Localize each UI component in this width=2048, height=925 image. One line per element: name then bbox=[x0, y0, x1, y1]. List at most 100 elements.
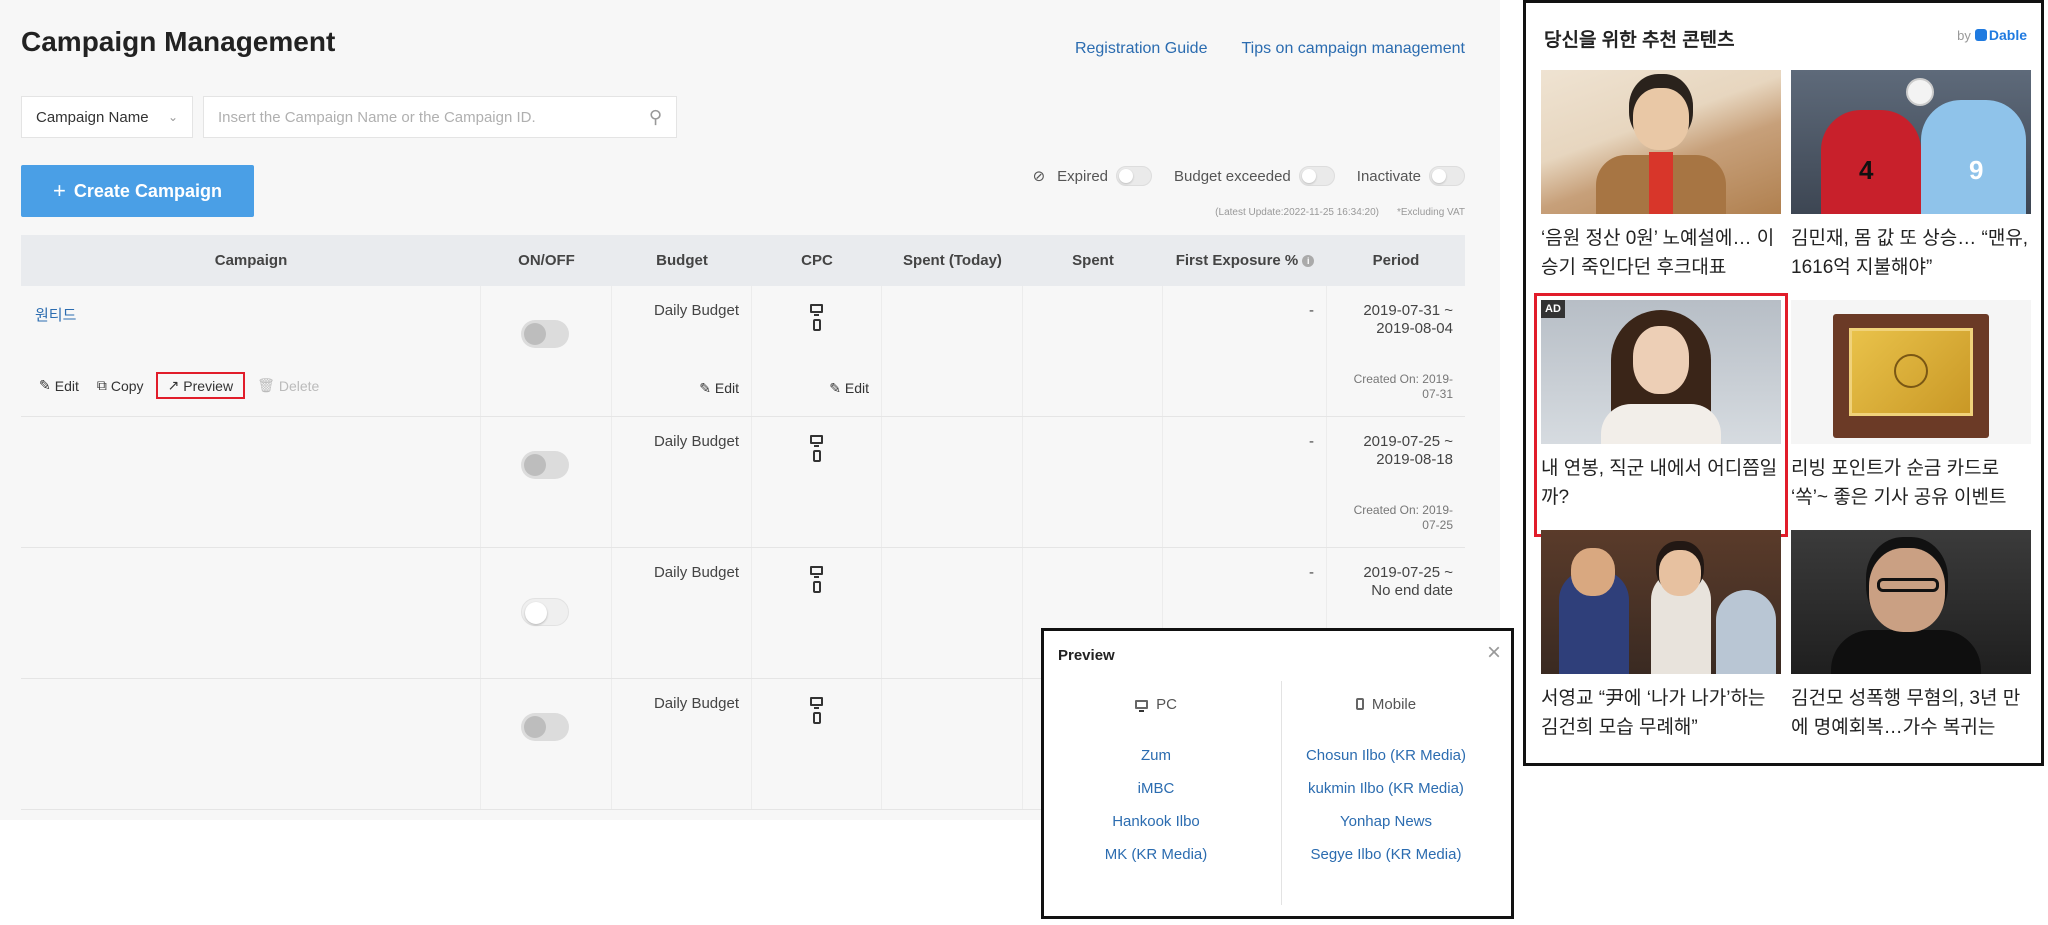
edit-button[interactable]: ✎ Edit bbox=[33, 373, 85, 398]
create-campaign-label: Create Campaign bbox=[73, 180, 222, 201]
content-card[interactable]: 49 김민재, 몸 값 또 상승… “맨유, 1616억 지불해야” bbox=[1791, 70, 2031, 300]
card-headline: 김민재, 몸 값 또 상승… “맨유, 1616억 지불해야” bbox=[1791, 228, 2029, 278]
registration-guide-link[interactable]: Registration Guide bbox=[1075, 40, 1208, 58]
edit-label: Edit bbox=[54, 377, 79, 394]
media-link[interactable]: iMBC bbox=[1046, 772, 1266, 805]
mobile-icon bbox=[812, 712, 821, 724]
cpc-edit-button[interactable]: ✎ Edit bbox=[829, 380, 869, 397]
media-link[interactable]: kukmin Ilbo (KR Media) bbox=[1276, 772, 1496, 805]
card-thumbnail: AD bbox=[1541, 300, 1781, 444]
preview-popup: Preview × PC Zum iMBC Hankook Ilbo MK (K… bbox=[1041, 628, 1514, 919]
create-campaign-button[interactable]: + Create Campaign bbox=[21, 165, 254, 217]
period-value: 2019-07-25 ~ No end date bbox=[1363, 564, 1453, 600]
table-row: Daily Budget - 2019-07-25 ~2019-08-18 Cr… bbox=[21, 417, 1465, 548]
trash-icon: 🗑 bbox=[257, 377, 275, 393]
delete-button[interactable]: 🗑 Delete bbox=[251, 373, 325, 398]
budget-cell: Daily Budget bbox=[612, 679, 752, 809]
card-thumbnail bbox=[1791, 300, 2031, 444]
period-end: 2019-08-18 bbox=[1376, 451, 1453, 468]
budget-exceeded-label: Budget exceeded bbox=[1174, 167, 1291, 185]
media-link[interactable]: Yonhap News bbox=[1276, 805, 1496, 838]
desktop-icon bbox=[810, 304, 823, 316]
period-end: 2019-08-04 bbox=[1376, 320, 1453, 337]
mobile-header: Mobile bbox=[1276, 689, 1496, 719]
created-on: Created On: 2019-07-25 bbox=[1353, 503, 1453, 532]
spent-today-cell bbox=[882, 679, 1023, 809]
dable-logo-icon bbox=[1974, 29, 1987, 41]
cpc-cell bbox=[752, 548, 882, 678]
content-card[interactable]: 서영교 “尹에 ‘나가 나가’하는 김건희 모습 무례해” bbox=[1541, 530, 1781, 760]
onoff-switch[interactable] bbox=[521, 598, 569, 626]
col-cpc[interactable]: CPC bbox=[752, 235, 882, 286]
search-input[interactable] bbox=[218, 108, 649, 126]
col-budget[interactable]: Budget bbox=[612, 235, 752, 286]
col-onoff[interactable]: ON/OFF bbox=[481, 235, 612, 286]
ad-content-card[interactable]: AD 내 연봉, 직군 내에서 어디쯤일까? bbox=[1534, 293, 1788, 537]
copy-button[interactable]: ⧉ Copy bbox=[91, 373, 150, 398]
close-icon[interactable]: × bbox=[1487, 639, 1501, 667]
pc-label: PC bbox=[1156, 695, 1177, 713]
col-spent-today[interactable]: Spent (Today) bbox=[882, 235, 1023, 286]
search-type-value: Campaign Name bbox=[36, 108, 149, 126]
card-thumbnail bbox=[1541, 530, 1781, 674]
media-link[interactable]: Zum bbox=[1046, 739, 1266, 772]
first-exposure-value: - bbox=[1309, 433, 1314, 450]
media-link[interactable]: Segye Ilbo (KR Media) bbox=[1276, 838, 1496, 871]
col-period[interactable]: Period bbox=[1327, 235, 1465, 286]
table-header: Campaign ON/OFF Budget CPC Spent (Today)… bbox=[21, 235, 1465, 286]
eye-slash-icon: ⊘ bbox=[1032, 168, 1046, 185]
col-first-exposure[interactable]: First Exposure % i bbox=[1163, 235, 1327, 286]
media-link[interactable]: MK (KR Media) bbox=[1046, 838, 1266, 871]
period-end: No end date bbox=[1371, 582, 1453, 599]
budget-value: Daily Budget bbox=[653, 695, 739, 712]
info-icon[interactable]: i bbox=[1302, 254, 1315, 267]
preview-button[interactable]: ↗ Preview bbox=[155, 372, 246, 399]
powered-by[interactable]: by Dable bbox=[1957, 27, 2027, 43]
col-spent[interactable]: Spent bbox=[1023, 235, 1163, 286]
search-row: Campaign Name ⌄ ⚲ bbox=[21, 96, 677, 138]
period-cell: 2019-07-25 ~2019-08-18 Created On: 2019-… bbox=[1327, 417, 1465, 547]
budget-value: Daily Budget bbox=[653, 302, 739, 319]
budget-exceeded-toggle[interactable] bbox=[1298, 166, 1335, 186]
first-exposure-cell: - bbox=[1163, 286, 1327, 416]
device-icons bbox=[752, 566, 881, 593]
card-thumbnail: 49 bbox=[1791, 70, 2031, 214]
filter-toggles: ⊘ Expired Budget exceeded Inactivate bbox=[1033, 166, 1465, 186]
col-first-exposure-label: First Exposure % bbox=[1175, 252, 1299, 269]
media-link[interactable]: Chosun Ilbo (KR Media) bbox=[1276, 739, 1496, 772]
pencil-icon: ✎ bbox=[699, 380, 711, 396]
campaign-name-link[interactable]: 원티드 bbox=[35, 304, 76, 325]
period-value: 2019-07-31 ~2019-08-04 bbox=[1363, 302, 1453, 338]
onoff-switch[interactable] bbox=[521, 713, 569, 741]
preview-title: Preview bbox=[1058, 647, 1115, 664]
content-grid: ‘음원 정산 0원’ 노예설에… 이승기 죽인다던 후크대표 49 김민재, 몸… bbox=[1534, 70, 2031, 760]
cpc-cell: ✎ Edit bbox=[752, 286, 882, 416]
budget-edit-button[interactable]: ✎ Edit bbox=[699, 380, 739, 397]
copy-icon: ⧉ bbox=[96, 377, 107, 393]
search-icon[interactable]: ⚲ bbox=[649, 107, 662, 128]
content-card[interactable]: ‘음원 정산 0원’ 노예설에… 이승기 죽인다던 후크대표 bbox=[1541, 70, 1781, 300]
onoff-switch[interactable] bbox=[521, 451, 569, 479]
media-link[interactable]: Hankook Ilbo bbox=[1046, 805, 1266, 838]
content-card[interactable]: 김건모 성폭행 무혐의, 3년 만에 명예회복…가수 복귀는 bbox=[1791, 530, 2031, 760]
mobile-icon bbox=[812, 581, 821, 593]
period-start: 2019-07-25 ~ bbox=[1363, 433, 1453, 450]
tips-link[interactable]: Tips on campaign management bbox=[1241, 40, 1465, 58]
top-links: Registration Guide Tips on campaign mana… bbox=[1075, 40, 1465, 58]
onoff-switch[interactable] bbox=[521, 320, 569, 348]
preview-label: Preview bbox=[183, 377, 234, 394]
budget-value: Daily Budget bbox=[653, 564, 739, 581]
recommendation-widget: 당신을 위한 추천 콘텐츠 by Dable ‘음원 정산 0원’ 노예설에… … bbox=[1523, 0, 2044, 766]
col-campaign[interactable]: Campaign bbox=[21, 235, 481, 286]
search-type-select[interactable]: Campaign Name ⌄ bbox=[21, 96, 193, 138]
onoff-cell bbox=[481, 679, 612, 809]
by-label: by bbox=[1957, 27, 1971, 43]
campaign-cell bbox=[21, 679, 481, 809]
mobile-media-column: Mobile Chosun Ilbo (KR Media) kukmin Ilb… bbox=[1276, 681, 1496, 871]
content-card[interactable]: 리빙 포인트가 순금 카드로 ‘쏙’~ 좋은 기사 공유 이벤트 bbox=[1791, 300, 2031, 530]
expired-toggle[interactable] bbox=[1116, 166, 1153, 186]
desktop-icon bbox=[810, 697, 823, 709]
period-start: 2019-07-25 ~ bbox=[1363, 564, 1453, 581]
period-start: 2019-07-31 ~ bbox=[1363, 302, 1453, 319]
inactivate-toggle[interactable] bbox=[1429, 166, 1465, 186]
